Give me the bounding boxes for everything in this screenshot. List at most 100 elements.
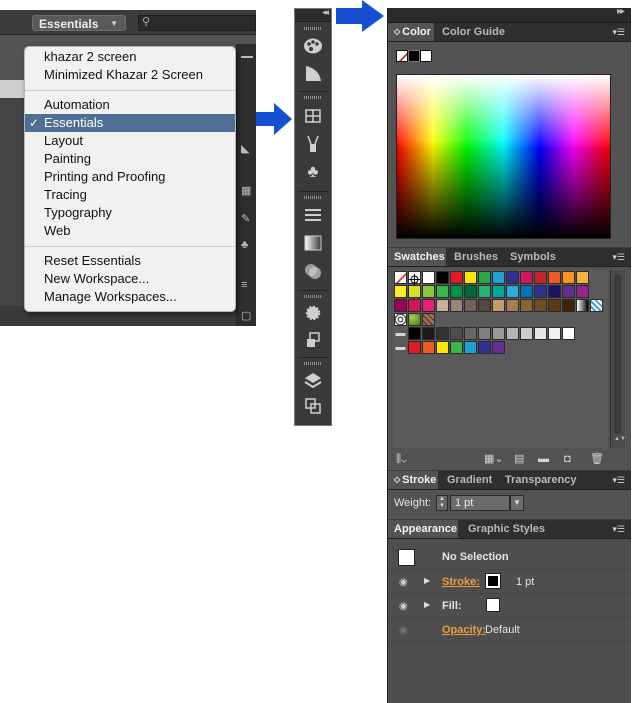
color-swatch[interactable] — [548, 271, 561, 284]
color-swatch[interactable] — [520, 299, 533, 312]
expand-panels-icon[interactable]: ◂◂ — [322, 7, 329, 18]
gradient-swatch[interactable] — [590, 299, 603, 312]
tab-symbols[interactable]: Symbols — [504, 248, 562, 266]
color-swatch[interactable] — [464, 341, 477, 354]
tab-swatches[interactable]: Swatches — [388, 248, 446, 266]
layers-icon[interactable] — [301, 369, 325, 391]
disclosure-triangle-icon[interactable]: ▶ — [424, 600, 430, 609]
black-swatch[interactable] — [408, 50, 420, 62]
tab-stroke[interactable]: ◇ Stroke — [388, 471, 438, 489]
tab-brushes[interactable]: Brushes — [448, 248, 504, 266]
color-swatch[interactable] — [422, 327, 435, 340]
gradient-swatch[interactable] — [576, 299, 589, 312]
none-swatch[interactable] — [396, 50, 408, 62]
color-swatch[interactable] — [492, 271, 505, 284]
color-swatch[interactable] — [394, 299, 407, 312]
color-swatch[interactable] — [450, 285, 463, 298]
tab-color[interactable]: ◇ Color — [388, 23, 434, 41]
menu-item-minimized-khazar-2-screen[interactable]: Minimized Khazar 2 Screen — [25, 66, 235, 84]
white-swatch[interactable] — [420, 50, 432, 62]
color-swatch[interactable] — [492, 327, 505, 340]
stroke-color-swatch[interactable] — [485, 573, 501, 589]
symbols-icon[interactable]: ♣ — [301, 161, 325, 183]
color-swatch[interactable] — [408, 299, 421, 312]
color-swatch[interactable] — [520, 327, 533, 340]
color-swatch[interactable] — [548, 299, 561, 312]
color-swatch[interactable] — [408, 327, 421, 340]
menu-item-new-workspace[interactable]: New Workspace... — [25, 270, 235, 288]
folder-icon[interactable]: ▬ — [394, 341, 407, 354]
appearance-opacity-row[interactable]: ◉ Opacity: Default — [388, 618, 631, 642]
swatch-libraries-icon[interactable]: ⫼⌄ — [396, 450, 407, 468]
color-swatch[interactable] — [534, 285, 547, 298]
panel-group-grip[interactable] — [304, 27, 322, 30]
color-swatch[interactable] — [576, 285, 589, 298]
tab-gradient[interactable]: Gradient — [441, 471, 498, 489]
color-swatch[interactable] — [464, 285, 477, 298]
scroll-arrows-icon[interactable]: ▲▼ — [614, 436, 626, 442]
brushes-icon[interactable]: ✎ — [241, 213, 253, 225]
color-swatch[interactable] — [548, 327, 561, 340]
panel-group-grip[interactable] — [304, 196, 322, 199]
registration-swatch[interactable] — [408, 271, 421, 285]
color-swatch[interactable] — [534, 271, 547, 284]
color-swatch[interactable] — [562, 327, 575, 340]
color-swatch[interactable] — [422, 341, 435, 354]
color-spectrum[interactable] — [396, 74, 611, 239]
transparency-icon[interactable] — [301, 260, 325, 282]
stroke-icon[interactable]: ≡ — [241, 279, 253, 291]
new-swatch-icon[interactable]: ◘ — [564, 450, 571, 468]
eye-icon[interactable]: ◉ — [399, 578, 413, 588]
show-kinds-icon[interactable]: ▦⌄ — [484, 450, 504, 468]
color-swatch[interactable] — [478, 327, 491, 340]
color-swatch[interactable] — [394, 285, 407, 298]
color-swatch[interactable] — [422, 271, 435, 284]
gradient-icon[interactable] — [301, 232, 325, 254]
fill-color-swatch[interactable] — [486, 598, 500, 612]
color-swatch[interactable] — [436, 271, 449, 284]
color-swatch[interactable] — [464, 327, 477, 340]
swatch-options-icon[interactable]: ▤ — [514, 450, 524, 468]
panel-group-grip[interactable] — [304, 362, 322, 365]
gradient-icon[interactable]: ▢ — [241, 310, 253, 322]
color-swatch[interactable] — [422, 285, 435, 298]
color-swatch[interactable] — [436, 285, 449, 298]
color-palette-icon[interactable] — [301, 35, 325, 57]
color-swatch[interactable] — [506, 271, 519, 284]
color-swatch[interactable] — [562, 299, 575, 312]
color-swatch[interactable] — [450, 299, 463, 312]
menu-item-printing-and-proofing[interactable]: Printing and Proofing — [25, 168, 235, 186]
color-guide-icon[interactable] — [301, 62, 325, 84]
new-color-group-icon[interactable]: ▬ — [538, 450, 549, 468]
color-swatch[interactable] — [492, 285, 505, 298]
color-swatch[interactable] — [492, 299, 505, 312]
tab-color-guide[interactable]: Color Guide — [436, 23, 511, 41]
tab-appearance[interactable]: Appearance — [388, 520, 458, 538]
color-swatch[interactable] — [576, 271, 589, 284]
symbols-icon[interactable]: ♣ — [241, 239, 253, 251]
weight-dropdown[interactable]: ▼ — [510, 495, 524, 511]
menu-item-automation[interactable]: Automation — [25, 96, 235, 114]
panel-menu-icon[interactable]: ▾☰ — [612, 471, 625, 489]
pattern-swatch[interactable] — [408, 313, 421, 326]
color-swatch[interactable] — [506, 285, 519, 298]
pattern-swatch[interactable] — [422, 313, 435, 326]
color-swatch[interactable] — [450, 327, 463, 340]
color-swatch[interactable] — [408, 341, 421, 354]
menu-item-essentials[interactable]: ✓ Essentials — [25, 114, 235, 132]
menu-item-reset-essentials[interactable]: Reset Essentials — [25, 252, 235, 270]
workspace-switcher[interactable]: Essentials ▼ — [32, 15, 126, 31]
brushes-icon[interactable] — [301, 133, 325, 155]
color-swatch[interactable] — [520, 285, 533, 298]
color-swatch[interactable] — [506, 299, 519, 312]
color-swatch[interactable] — [548, 285, 561, 298]
color-swatch[interactable] — [436, 327, 449, 340]
color-swatch[interactable] — [562, 285, 575, 298]
panel-menu-icon[interactable]: ▾☰ — [612, 520, 625, 538]
color-swatch[interactable] — [408, 285, 421, 298]
color-swatch[interactable] — [478, 271, 491, 284]
none-swatch[interactable] — [394, 271, 407, 284]
color-swatch[interactable] — [436, 299, 449, 312]
color-swatch[interactable] — [534, 299, 547, 312]
weight-input[interactable]: 1 pt — [450, 495, 510, 511]
